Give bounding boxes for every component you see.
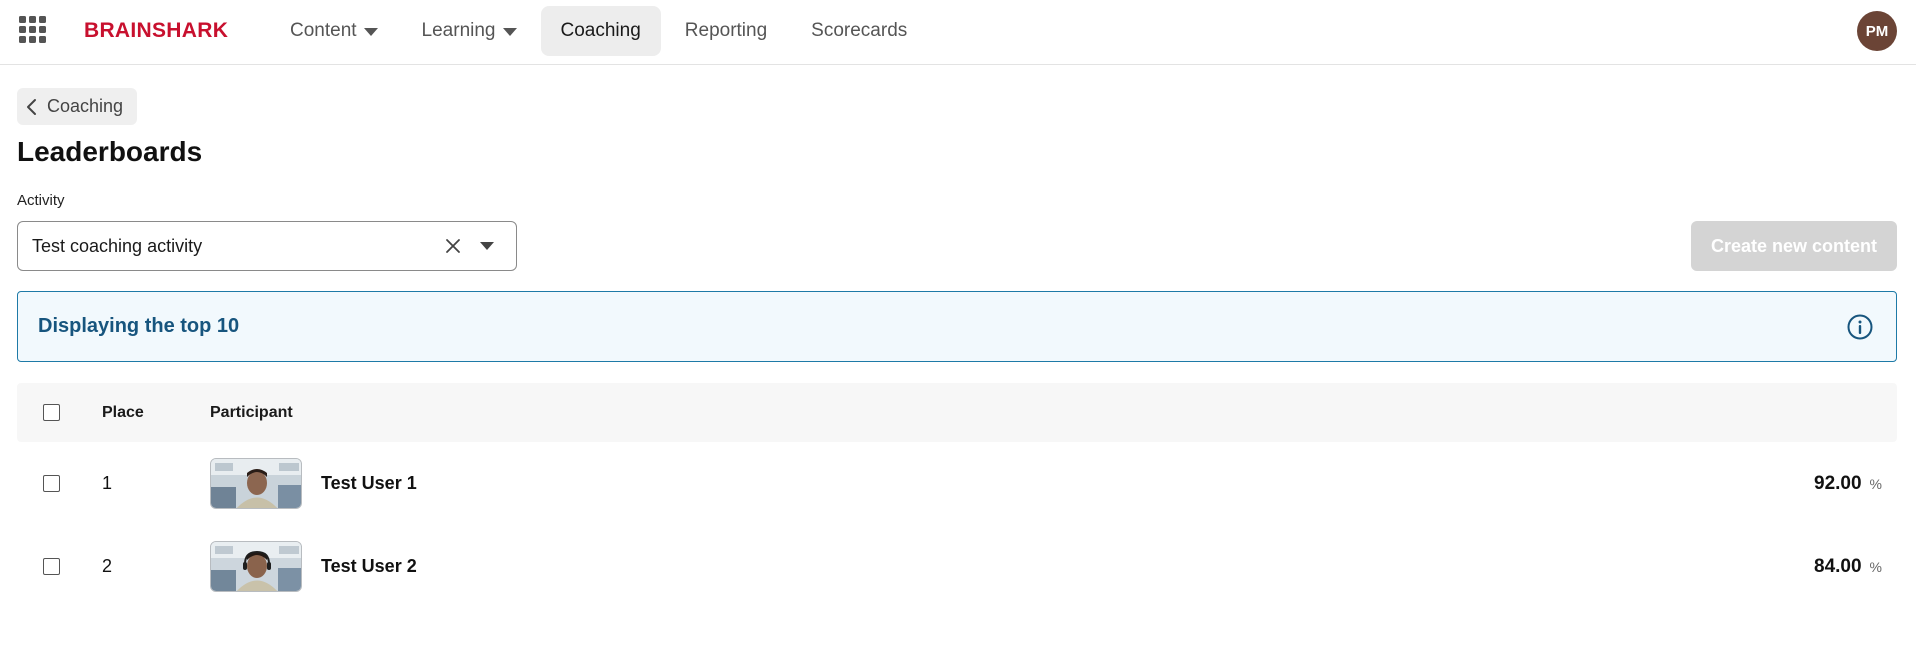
column-header-participant: Participant (210, 403, 293, 421)
nav-item-label: Scorecards (811, 20, 908, 41)
place-cell: 1 (102, 473, 113, 493)
row-checkbox-cell (17, 475, 102, 492)
nav-item-reporting[interactable]: Reporting (665, 6, 787, 56)
nav-item-label: Coaching (560, 20, 641, 41)
participant-cell: Test User 1 (210, 458, 1697, 509)
back-link-label: Coaching (47, 96, 124, 116)
caret-down-icon[interactable] (474, 233, 500, 259)
score-unit: % (1869, 475, 1882, 492)
header-checkbox-cell (17, 404, 102, 421)
top-navigation-bar: BRAINSHARK Content Learning Coaching Rep… (0, 0, 1916, 65)
score-value: 92.00 (1814, 472, 1862, 494)
score-cell: 84.00 % (1697, 556, 1897, 578)
info-icon[interactable] (1846, 313, 1874, 341)
column-header-place: Place (102, 403, 144, 421)
create-new-content-button[interactable]: Create new content (1691, 221, 1897, 271)
nav-item-coaching[interactable]: Coaching (540, 6, 661, 56)
user-avatar[interactable]: PM (1857, 11, 1897, 51)
score-unit: % (1869, 558, 1882, 575)
leaderboard-table: Place Participant 1 Test User 1 92.00 % … (17, 383, 1897, 608)
back-to-coaching-button[interactable]: Coaching (17, 88, 138, 125)
score-value: 84.00 (1814, 555, 1862, 577)
row-checkbox[interactable] (43, 475, 60, 492)
page-title: Leaderboards (17, 136, 203, 167)
place-cell: 2 (102, 556, 113, 576)
participant-cell: Test User 2 (210, 541, 1697, 592)
nav-item-label: Learning (421, 20, 496, 41)
table-row: 1 Test User 1 92.00 % (17, 442, 1897, 525)
brainshark-logo[interactable]: BRAINSHARK (84, 18, 228, 43)
table-row: 2 Test User 2 84.00 % (17, 525, 1897, 608)
caret-down-icon (502, 28, 517, 36)
nav-item-label: Content (290, 20, 357, 41)
participant-name[interactable]: Test User 2 (321, 556, 417, 577)
info-banner: Displaying the top 10 (17, 291, 1897, 362)
clear-selection-icon[interactable] (440, 233, 466, 259)
row-checkbox-cell (17, 558, 102, 575)
chevron-left-icon (27, 98, 36, 115)
activity-field-label: Activity (17, 192, 65, 209)
table-header: Place Participant (17, 383, 1897, 442)
participant-video-thumbnail[interactable] (210, 458, 302, 509)
nav-item-content[interactable]: Content (270, 6, 398, 56)
activity-select[interactable]: Test coaching activity (17, 221, 517, 271)
select-all-checkbox[interactable] (43, 404, 60, 421)
main-nav: Content Learning Coaching Reporting Scor… (270, 6, 931, 56)
app-launcher-grid-icon[interactable] (19, 16, 47, 44)
participant-name[interactable]: Test User 1 (321, 473, 417, 494)
info-banner-text: Displaying the top 10 (38, 315, 240, 337)
participant-video-thumbnail[interactable] (210, 541, 302, 592)
nav-item-learning[interactable]: Learning (402, 6, 537, 56)
nav-item-label: Reporting (684, 20, 768, 41)
row-checkbox[interactable] (43, 558, 60, 575)
caret-down-icon (363, 28, 378, 36)
activity-select-value: Test coaching activity (32, 235, 203, 256)
score-cell: 92.00 % (1697, 473, 1897, 495)
nav-item-scorecards[interactable]: Scorecards (791, 6, 927, 56)
